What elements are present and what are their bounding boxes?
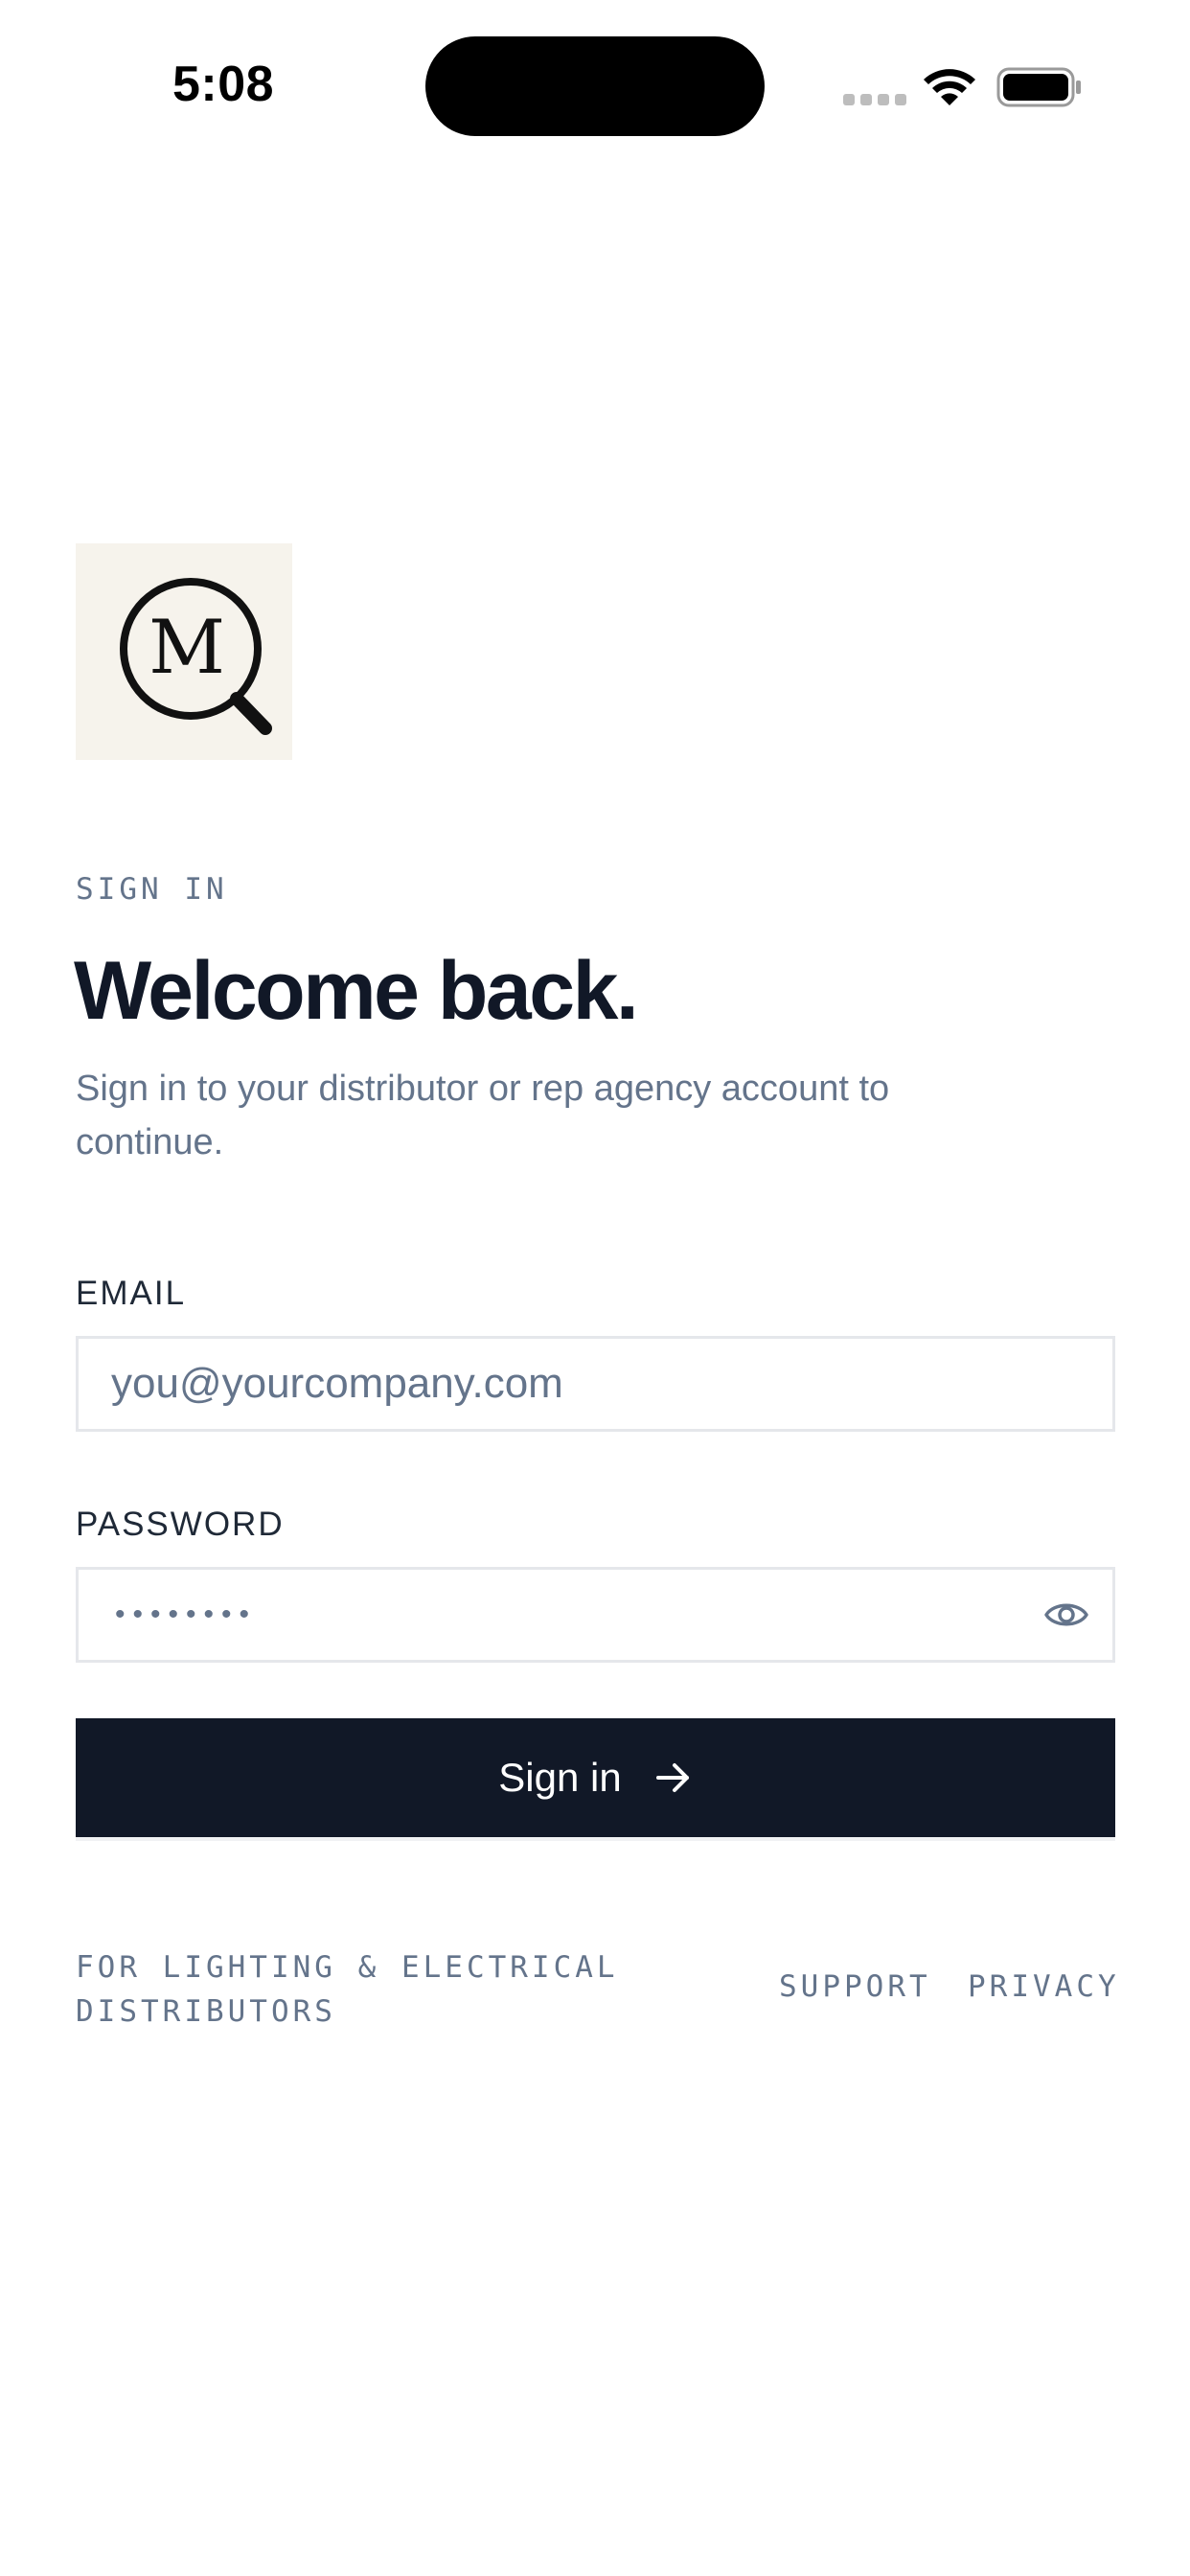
wifi-icon [924,69,975,105]
magnifier-icon: M [120,578,272,735]
sign-in-button[interactable]: Sign in [76,1718,1115,1837]
logo-letter: M [149,605,225,691]
eyebrow-label: SIGN IN [76,872,228,907]
privacy-link[interactable]: PRIVACY [968,1969,1120,2004]
email-label: EMAIL [76,1275,187,1312]
password-masked-value: •••••••• [115,1598,258,1630]
support-link[interactable]: SUPPORT [779,1969,931,2004]
status-time: 5:08 [172,57,275,112]
arrow-right-icon [655,1763,689,1792]
password-label: PASSWORD [76,1506,285,1543]
eye-icon[interactable] [1043,1594,1089,1636]
email-field[interactable] [111,1339,1031,1429]
sign-in-screen: 5:08 M SIGN IN Welcome back. Sign in to … [0,0,1190,2576]
footer-tagline: FOR LIGHTING & ELECTRICAL DISTRIBUTORS [76,1950,619,2029]
page-title: Welcome back. [74,945,639,1037]
app-logo: M [76,543,292,760]
battery-icon [996,67,1081,107]
email-field-box [76,1336,1115,1432]
page-subtitle: Sign in to your distributor or rep agenc… [76,1069,890,1162]
dynamic-island [425,36,765,136]
sign-in-button-label: Sign in [498,1755,622,1800]
password-field[interactable]: •••••••• [76,1567,1115,1663]
cellular-signal-icon [843,94,906,107]
